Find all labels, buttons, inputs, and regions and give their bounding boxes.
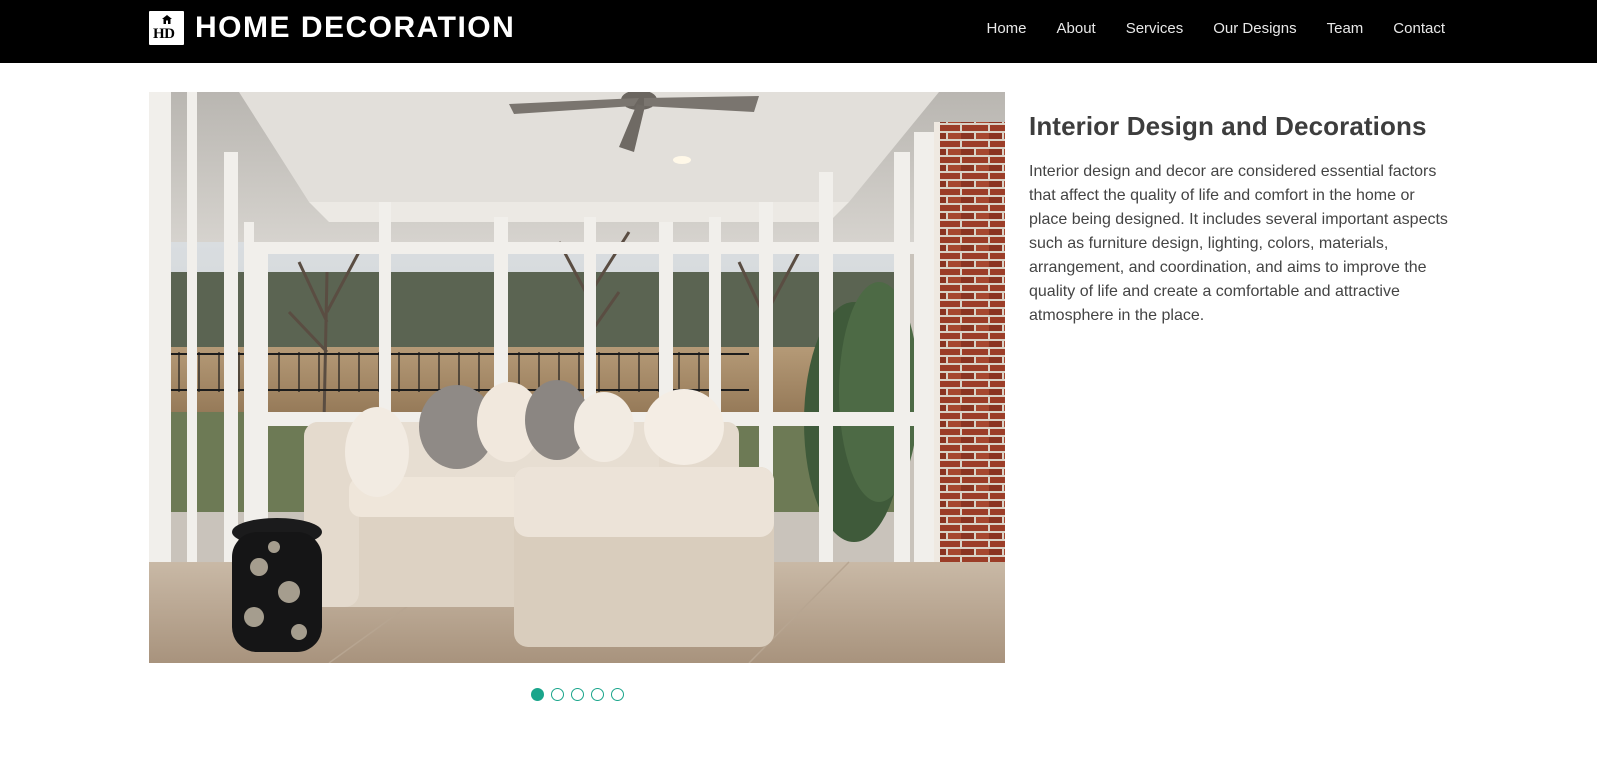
- slide-dot-5[interactable]: [611, 688, 624, 701]
- logo-badge: HD: [149, 11, 184, 45]
- sunroom-living-room-photo: [149, 92, 1005, 663]
- nav-team-link[interactable]: Team: [1327, 20, 1364, 37]
- slide-dot-3[interactable]: [571, 688, 584, 701]
- logo-text: HD: [153, 26, 175, 42]
- slide-dot-4[interactable]: [591, 688, 604, 701]
- house-icon: [162, 15, 172, 24]
- nav-contact-link[interactable]: Contact: [1393, 20, 1445, 37]
- slide-dot-1[interactable]: [531, 688, 544, 701]
- logo[interactable]: HD HOME DECORATION: [149, 11, 515, 45]
- nav-services-link[interactable]: Services: [1126, 20, 1184, 37]
- slider-pagination: [531, 688, 631, 701]
- section-description: Interior design and decor are considered…: [1029, 163, 1448, 324]
- brand-name: HOME DECORATION: [195, 11, 516, 44]
- section-title: Interior Design and Decorations: [1029, 111, 1427, 141]
- slide-dot-2[interactable]: [551, 688, 564, 701]
- nav-home-link[interactable]: Home: [986, 20, 1026, 37]
- nav-about-link[interactable]: About: [1057, 20, 1096, 37]
- main-nav: Home About Services Our Designs Team Con…: [986, 0, 1445, 56]
- hero-slide-image: [149, 92, 1005, 663]
- navbar: HD HOME DECORATION Home About Services O…: [0, 0, 1597, 63]
- intro-section: Interior Design and Decorations Interior…: [1029, 108, 1449, 328]
- nav-our-designs-link[interactable]: Our Designs: [1213, 20, 1296, 37]
